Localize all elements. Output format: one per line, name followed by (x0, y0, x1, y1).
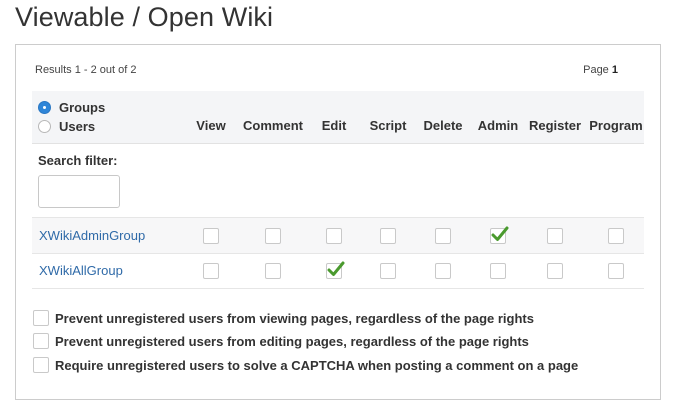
column-header-delete: Delete (423, 118, 463, 133)
prevent-view-option[interactable]: Prevent unregistered users from viewing … (33, 310, 534, 326)
search-filter-label: Search filter: (38, 153, 118, 168)
column-header-edit: Edit (321, 118, 347, 133)
right-checkbox-script[interactable] (380, 263, 396, 279)
groups-radio-option[interactable]: Groups (38, 100, 105, 115)
table-row: XWikiAdminGroup (32, 217, 644, 254)
prevent-edit-checkbox[interactable] (33, 333, 49, 349)
right-checkbox-delete[interactable] (435, 263, 451, 279)
page-number: 1 (611, 64, 618, 76)
right-checkbox-delete[interactable] (435, 228, 451, 244)
column-header-register: Register (528, 118, 582, 133)
right-checkbox-admin[interactable] (490, 226, 509, 244)
page-title: Viewable / Open Wiki (15, 2, 274, 32)
users-radio-option[interactable]: Users (38, 119, 95, 134)
right-checkbox-register[interactable] (547, 228, 563, 244)
right-checkbox-edit[interactable] (326, 228, 342, 244)
groups-radio[interactable] (38, 101, 51, 114)
page-label: Page (583, 64, 609, 76)
group-link-xwikiadmingroup[interactable]: XWikiAdminGroup (39, 228, 145, 243)
right-checkbox-view[interactable] (203, 228, 219, 244)
captcha-label: Require unregistered users to solve a CA… (55, 357, 579, 373)
prevent-view-label: Prevent unregistered users from viewing … (55, 310, 534, 326)
group-link-xwikiallgroup[interactable]: XWikiAllGroup (39, 263, 123, 278)
captcha-option[interactable]: Require unregistered users to solve a CA… (33, 357, 578, 373)
users-radio-label: Users (59, 119, 96, 134)
users-radio[interactable] (38, 120, 51, 133)
right-checkbox-register[interactable] (547, 263, 563, 279)
right-checkbox-program[interactable] (608, 228, 624, 244)
right-checkbox-comment[interactable] (265, 228, 281, 244)
right-checkbox-program[interactable] (608, 263, 624, 279)
right-checkbox-script[interactable] (380, 228, 396, 244)
table-row: XWikiAllGroup (32, 253, 644, 289)
table-header: Groups Users View Comment Edit Script Delete… (32, 91, 644, 144)
right-checkbox-admin[interactable] (490, 263, 506, 279)
column-header-comment: Comment (243, 118, 303, 133)
right-checkbox-comment[interactable] (265, 263, 281, 279)
prevent-edit-label: Prevent unregistered users from editing … (55, 333, 529, 349)
right-checkbox-edit[interactable] (326, 261, 345, 279)
checkmark-icon (327, 261, 345, 276)
column-header-view: View (196, 118, 226, 133)
captcha-checkbox[interactable] (33, 357, 49, 373)
search-filter-input[interactable] (38, 175, 120, 208)
results-summary: Results 1 - 2 out of 2 (35, 64, 137, 76)
rights-panel: Results 1 - 2 out of 2 Page 1 Groups Use… (15, 44, 661, 400)
column-header-script: Script (369, 118, 407, 133)
groups-radio-label: Groups (59, 100, 106, 115)
prevent-edit-option[interactable]: Prevent unregistered users from editing … (33, 333, 529, 349)
pagination: Page 1 (583, 64, 618, 76)
right-checkbox-view[interactable] (203, 263, 219, 279)
column-header-program: Program (589, 118, 643, 133)
column-header-admin: Admin (477, 118, 519, 133)
prevent-view-checkbox[interactable] (33, 310, 49, 326)
checkmark-icon (491, 226, 509, 241)
